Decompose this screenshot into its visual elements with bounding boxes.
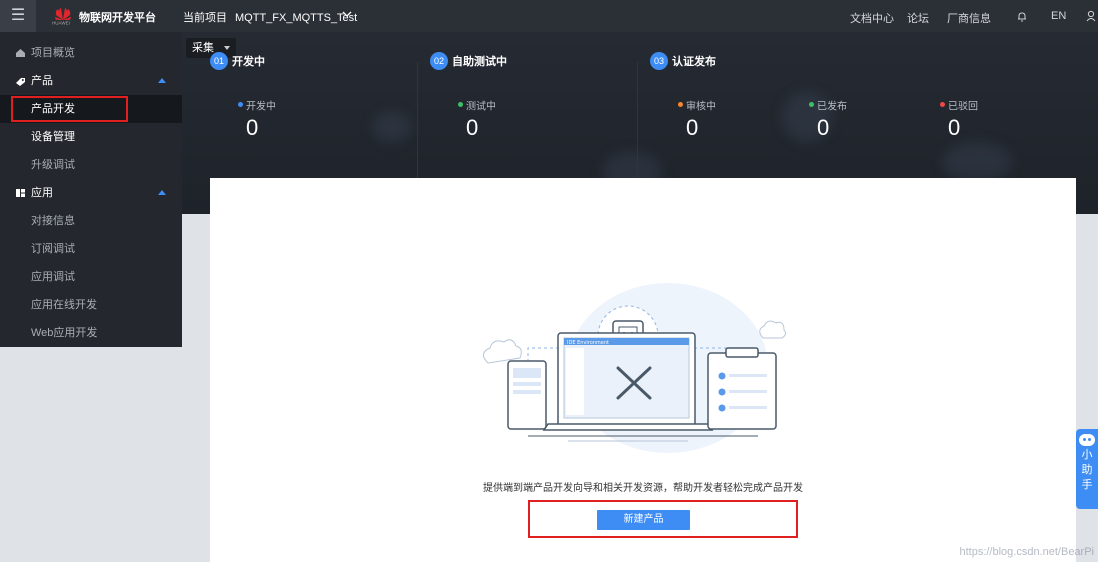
sidebar-group-product[interactable]: 产品 — [0, 67, 182, 95]
product-icon — [16, 78, 25, 86]
stat-published: 已发布 0 — [809, 97, 899, 140]
sidebar-item-label: 产品 — [31, 75, 53, 87]
stat-value: 0 — [246, 115, 259, 140]
bell-icon[interactable] — [1017, 11, 1027, 22]
sidebar-item-label: 应用调试 — [31, 271, 75, 283]
status-dot — [678, 102, 683, 108]
sidebar: 项目概览 产品 产品开发 设备管理 升级调试 应用 对接信息 订阅调试 应用调试… — [0, 32, 182, 347]
sidebar-item-subscription-debug[interactable]: 订阅调试 — [0, 235, 182, 263]
product-dev-illustration: IDE Environment — [483, 283, 787, 453]
menu-icon[interactable]: ☰ — [0, 0, 36, 32]
apps-icon — [16, 189, 25, 197]
caret-up-icon — [158, 78, 166, 83]
sidebar-item-label: 对接信息 — [31, 215, 75, 227]
sidebar-item-label: 订阅调试 — [31, 243, 75, 255]
stage-testing: 02 自助测试中 测试中 0 — [430, 50, 630, 180]
stage-number: 03 — [650, 52, 668, 70]
sidebar-item-online-dev[interactable]: 应用在线开发 — [0, 291, 182, 319]
stat-reviewing: 审核中 0 — [678, 97, 768, 140]
assistant-widget[interactable]: 小 助 手 — [1076, 429, 1098, 509]
robot-icon — [1079, 434, 1095, 446]
stage-certification: 03 认证发布 审核中 0 已发布 0 已驳回 0 — [650, 50, 1080, 180]
top-bar: ☰ HUAWEI 物联网开发平台 当前项目 MQTT_FX_MQTTS_Test … — [0, 0, 1098, 32]
stage-title: 自助测试中 — [452, 56, 507, 68]
sidebar-item-label: 项目概览 — [31, 47, 75, 59]
stat-value: 0 — [686, 115, 699, 140]
status-dot — [238, 102, 243, 108]
stage-developing: 01 开发中 开发中 0 — [210, 50, 410, 180]
stage-number: 02 — [430, 52, 448, 70]
stage-number: 01 — [210, 52, 228, 70]
main-content: 采集 01 开发中 开发中 0 02 自助测试中 测试中 0 03 认证发布 审… — [182, 32, 1098, 562]
project-name: MQTT_FX_MQTTS_Test — [235, 12, 358, 24]
docs-link[interactable]: 文档中心 — [850, 10, 894, 26]
current-project[interactable]: 当前项目 MQTT_FX_MQTTS_Test — [183, 9, 357, 25]
empty-state-description: 提供端到端产品开发向导和相关开发资源，帮助开发者轻松完成产品开发 — [483, 483, 803, 494]
chevron-down-icon[interactable] — [342, 10, 352, 18]
stat-developing: 开发中 0 — [238, 97, 328, 140]
status-dot — [809, 102, 814, 108]
project-label: 当前项目 — [183, 12, 227, 24]
sidebar-item-label: 升级调试 — [31, 159, 75, 171]
sidebar-group-apps[interactable]: 应用 — [0, 179, 182, 207]
caret-up-icon — [158, 190, 166, 195]
status-dot — [940, 102, 945, 108]
sidebar-item-label: Web应用开发 — [31, 327, 98, 339]
stat-rejected: 已驳回 0 — [940, 97, 1030, 140]
sidebar-item-label: 应用 — [31, 187, 53, 199]
stat-value: 0 — [817, 115, 830, 140]
watermark: https://blog.csdn.net/BearPi — [959, 546, 1094, 558]
forum-link[interactable]: 论坛 — [907, 10, 929, 26]
language-switch[interactable]: EN — [1051, 10, 1066, 22]
sidebar-item-label: 应用在线开发 — [31, 299, 97, 311]
sidebar-item-app-debug[interactable]: 应用调试 — [0, 263, 182, 291]
stat-value: 0 — [948, 115, 961, 140]
brand-title[interactable]: 物联网开发平台 — [79, 9, 156, 25]
sidebar-item-overview[interactable]: 项目概览 — [0, 39, 182, 67]
status-dot — [458, 102, 463, 108]
user-icon[interactable] — [1086, 10, 1096, 22]
screen-title: IDE Environment — [567, 340, 609, 346]
sidebar-item-upgrade-debug[interactable]: 升级调试 — [0, 151, 182, 179]
vendor-info-link[interactable]: 厂商信息 — [947, 10, 991, 26]
stat-value: 0 — [466, 115, 479, 140]
highlight-box — [11, 96, 128, 122]
highlight-box — [528, 500, 798, 538]
home-icon — [16, 49, 25, 57]
sidebar-item-integration-info[interactable]: 对接信息 — [0, 207, 182, 235]
stage-title: 认证发布 — [672, 56, 716, 68]
logo-text: HUAWEI — [52, 21, 70, 27]
stage-title: 开发中 — [232, 56, 265, 68]
stat-testing: 测试中 0 — [458, 97, 548, 140]
sidebar-item-label: 设备管理 — [31, 131, 75, 143]
sidebar-item-web-dev[interactable]: Web应用开发 — [0, 319, 182, 347]
sidebar-item-device-mgmt[interactable]: 设备管理 — [0, 123, 182, 151]
